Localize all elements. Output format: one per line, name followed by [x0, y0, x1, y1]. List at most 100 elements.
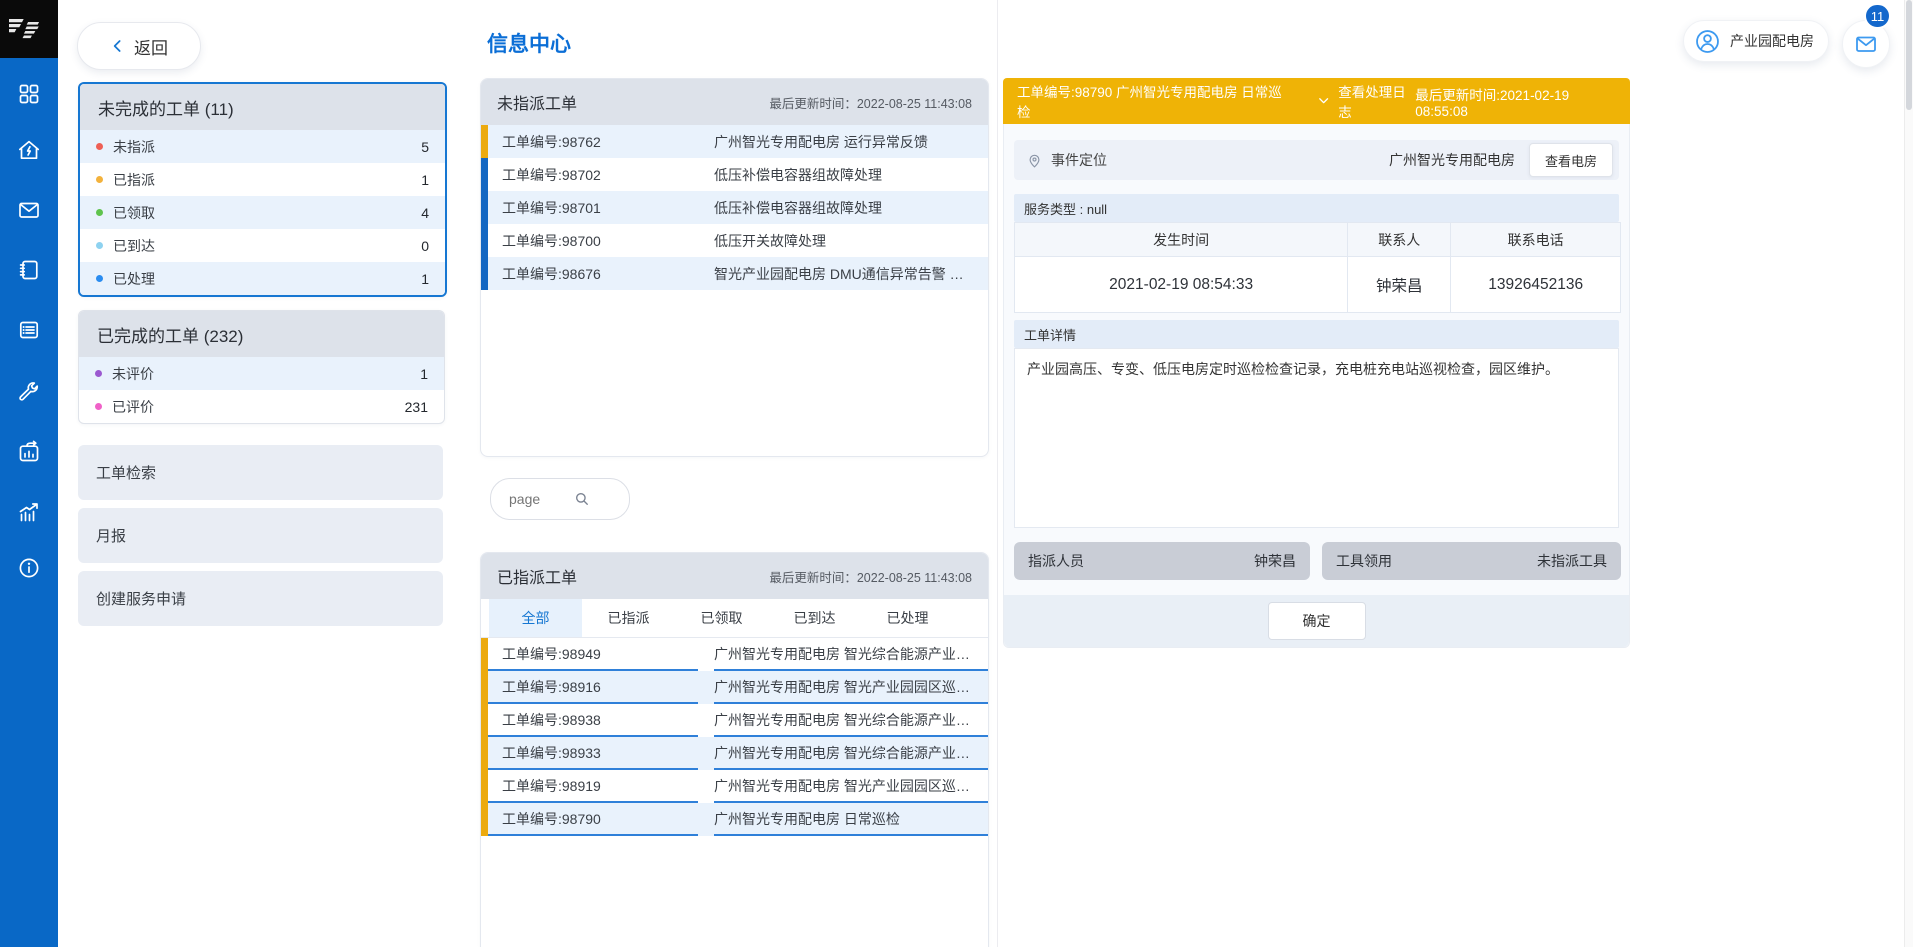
work-order-id: 工单编号:98949 [488, 638, 698, 671]
unassigned-panel-header: 未指派工单 最后更新时间：2022-08-25 11:43:08 [481, 79, 988, 125]
confirm-button[interactable]: 确定 [1268, 602, 1366, 640]
work-order-id: 工单编号:98676 [488, 257, 698, 290]
status-label: 未评价 [112, 364, 154, 384]
event-location-value: 广州智光专用配电房 [1389, 150, 1515, 170]
status-filter-row[interactable]: 未评价 1 [79, 357, 444, 390]
notebook-icon[interactable] [0, 248, 58, 292]
tab-arrived[interactable]: 已到达 [768, 599, 861, 637]
work-order-desc: 广州智光专用配电房 日常巡检 [714, 803, 988, 836]
status-bar [481, 671, 488, 704]
status-dot [96, 176, 103, 183]
work-order-row[interactable]: 工单编号:98702低压补偿电容器组故障处理 [481, 158, 988, 191]
app-root: 返回 未完成的工单 (11) 未指派5 已指派1 已领取4 已到达0 已处理1 … [0, 0, 1913, 947]
scrollbar-thumb[interactable] [1906, 0, 1912, 110]
service-type-row: 服务类型 : null [1014, 194, 1619, 222]
status-dot [96, 209, 103, 216]
tab-assigned[interactable]: 已指派 [582, 599, 675, 637]
finished-orders-card: 已完成的工单 (232) 未评价 1 已评价231 [78, 310, 445, 424]
status-label: 已领取 [113, 203, 155, 223]
apps-icon[interactable] [0, 72, 58, 116]
task-list-icon[interactable] [0, 308, 58, 352]
status-filter-row[interactable]: 未指派 5 [80, 130, 445, 163]
status-filter-row[interactable]: 已领取4 [80, 196, 445, 229]
col-occurred-time: 发生时间 [1015, 223, 1348, 257]
user-account-label: 产业园配电房 [1730, 31, 1814, 51]
user-avatar-icon [1694, 28, 1721, 55]
status-label: 已处理 [113, 269, 155, 289]
info-icon[interactable] [0, 546, 58, 590]
back-button[interactable]: 返回 [77, 22, 201, 70]
assigned-orders-panel: 已指派工单 最后更新时间：2022-08-25 11:43:08 全部 已指派 … [480, 552, 989, 947]
work-order-row[interactable]: 工单编号:98938广州智光专用配电房 智光综合能源产业… [481, 704, 988, 737]
work-order-row[interactable]: 工单编号:98762 广州智光专用配电房 运行异常反馈 [481, 125, 988, 158]
last-updated-time: 最后更新时间：2022-08-25 11:43:08 [769, 567, 972, 586]
status-filter-row[interactable]: 已评价231 [79, 390, 444, 423]
view-power-room-button[interactable]: 查看电房 [1529, 143, 1613, 177]
work-order-row[interactable]: 工单编号:98700低压开关故障处理 [481, 224, 988, 257]
work-order-id: 工单编号:98919 [488, 770, 698, 803]
finished-orders-header[interactable]: 已完成的工单 (232) [79, 311, 444, 357]
work-order-desc: 广州智光专用配电房 智光综合能源产业… [714, 737, 988, 770]
mail-icon[interactable] [0, 188, 58, 232]
user-account-button[interactable]: 产业园配电房 [1683, 20, 1829, 62]
work-order-id: 工单编号:98702 [488, 158, 698, 191]
status-count: 5 [421, 139, 429, 155]
assigned-panel-title: 已指派工单 [497, 564, 577, 588]
assignee-pill[interactable]: 指派人员 钟荣昌 [1014, 542, 1310, 580]
work-order-row[interactable]: 工单编号:98919 广州智光专用配电房 智光产业园园区巡… [481, 770, 988, 803]
work-order-row[interactable]: 工单编号:98790广州智光专用配电房 日常巡检 [481, 803, 988, 836]
page-search-input[interactable] [507, 490, 563, 508]
left-sidebar-panel: 返回 未完成的工单 (11) 未指派5 已指派1 已领取4 已到达0 已处理1 … [58, 0, 471, 947]
work-order-desc: 低压开关故障处理 [714, 224, 988, 257]
status-bar [481, 770, 488, 803]
occurred-time-value: 2021-02-19 08:54:33 [1015, 257, 1348, 313]
create-service-request-button[interactable]: 创建服务申请 [78, 571, 443, 626]
tab-processed[interactable]: 已处理 [861, 599, 954, 637]
status-dot [96, 143, 103, 150]
nav-rail [0, 0, 58, 947]
status-filter-row[interactable]: 已处理1 [80, 262, 445, 295]
tab-all[interactable]: 全部 [489, 599, 582, 637]
order-detail-title: 工单编号:98790 广州智光专用配电房 日常巡检 [1017, 81, 1283, 121]
contact-table-row: 2021-02-19 08:54:33 钟荣昌 13926452136 [1015, 257, 1621, 313]
work-order-row[interactable]: 工单编号:98676智光产业园配电房 DMU通信异常告警 … [481, 257, 988, 290]
home-energy-icon[interactable] [0, 128, 58, 172]
trend-up-icon[interactable] [0, 490, 58, 534]
tab-claimed[interactable]: 已领取 [675, 599, 768, 637]
status-label: 已评价 [112, 397, 154, 417]
last-updated-time: 最后更新时间：2022-08-25 11:43:08 [769, 93, 972, 112]
status-label: 未指派 [113, 137, 155, 157]
work-order-id: 工单编号:98938 [488, 704, 698, 737]
status-label: 已指派 [113, 170, 155, 190]
work-order-desc: 广州智光专用配电房 智光综合能源产业… [714, 638, 988, 671]
unassigned-panel-title: 未指派工单 [497, 90, 577, 114]
status-bar [481, 224, 488, 257]
work-order-desc: 广州智光专用配电房 运行异常反馈 [714, 125, 988, 158]
unfinished-orders-title: 未完成的工单 (11) [98, 95, 234, 120]
view-process-log-link[interactable]: 查看处理日志 [1317, 81, 1415, 121]
work-order-desc: 广州智光专用配电房 智光产业园园区巡… [714, 770, 988, 803]
status-filter-row[interactable]: 已指派1 [80, 163, 445, 196]
work-order-desc: 广州智光专用配电房 智光产业园园区巡… [714, 671, 988, 704]
monthly-report-button[interactable]: 月报 [78, 508, 443, 563]
chart-report-icon[interactable] [0, 430, 58, 474]
status-filter-row[interactable]: 已到达0 [80, 229, 445, 262]
search-icon[interactable] [573, 490, 591, 508]
tools-pill[interactable]: 工具领用 未指派工具 [1322, 542, 1621, 580]
work-order-id: 工单编号:98762 [488, 125, 698, 158]
order-search-button[interactable]: 工单检索 [78, 445, 443, 500]
wrench-icon[interactable] [0, 370, 58, 414]
status-bar [481, 191, 488, 224]
work-order-row[interactable]: 工单编号:98916广州智光专用配电房 智光产业园园区巡… [481, 671, 988, 704]
service-type-value: 服务类型 : null [1024, 199, 1107, 218]
assignee-value: 钟荣昌 [1254, 551, 1296, 571]
page-title: 信息中心 [487, 28, 571, 58]
unfinished-orders-header[interactable]: 未完成的工单 (11) [80, 84, 445, 130]
col-contact-phone: 联系电话 [1451, 223, 1621, 257]
chevron-left-icon [110, 38, 126, 54]
work-order-row[interactable]: 工单编号:98933广州智光专用配电房 智光综合能源产业… [481, 737, 988, 770]
work-order-row[interactable]: 工单编号:98701低压补偿电容器组故障处理 [481, 191, 988, 224]
work-order-row[interactable]: 工单编号:98949 广州智光专用配电房 智光综合能源产业… [481, 638, 988, 671]
status-count: 1 [420, 366, 428, 382]
assigned-panel-header: 已指派工单 最后更新时间：2022-08-25 11:43:08 [481, 553, 988, 599]
